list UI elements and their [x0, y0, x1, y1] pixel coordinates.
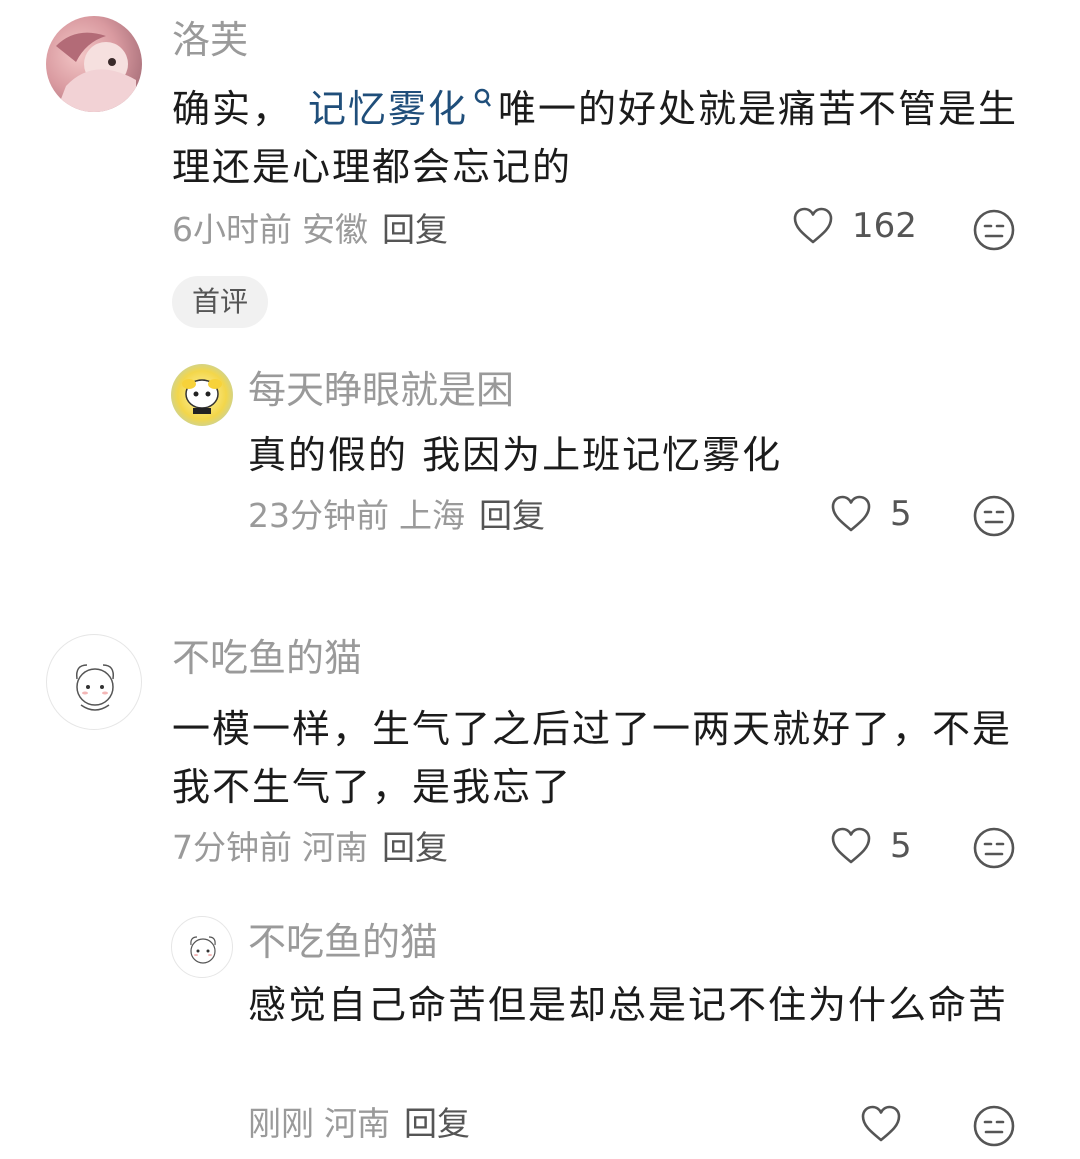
topic-link[interactable]: 记忆雾化: [308, 87, 468, 131]
username[interactable]: 不吃鱼的猫: [172, 634, 362, 682]
heart-outline-icon: [861, 1105, 901, 1142]
meh-face-icon: [973, 827, 1015, 869]
like-button[interactable]: 162: [792, 206, 917, 246]
avatar[interactable]: [46, 634, 142, 730]
comment-text: 真的假的 我因为上班记忆雾化: [248, 433, 783, 477]
username[interactable]: 不吃鱼的猫: [248, 918, 438, 966]
reply-button[interactable]: 回复: [382, 210, 448, 249]
avatar[interactable]: [171, 364, 233, 426]
reaction-button[interactable]: [972, 494, 1016, 542]
username[interactable]: 洛芙: [172, 16, 248, 64]
first-comment-badge: 首评: [172, 276, 269, 328]
comment-text-prefix: 确实，: [172, 87, 293, 131]
comment-text: 感觉自己命苦但是却总是记不住为什么命苦: [248, 983, 1009, 1027]
timestamp: 7分钟前: [172, 828, 292, 867]
avatar-illustration: [190, 936, 216, 964]
comment-meta: 7分钟前 河南 回复: [172, 826, 448, 870]
comment-text-suffix: 唯一的好处就是痛苦不管是生理还是心理都会忘记的: [172, 87, 1019, 189]
location: 安徽: [302, 210, 368, 249]
reply-button[interactable]: 回复: [382, 828, 448, 867]
timestamp: 23分钟前: [248, 496, 389, 535]
comment-meta: 6小时前 安徽 回复: [172, 208, 448, 252]
meh-face-icon: [973, 495, 1015, 537]
avatar-illustration: [182, 379, 222, 414]
timestamp: 6小时前: [172, 210, 292, 249]
like-button[interactable]: 5: [830, 826, 912, 866]
like-count: 5: [890, 494, 912, 534]
comment-meta: 刚刚 河南 回复: [248, 1102, 470, 1146]
like-button[interactable]: 5: [830, 494, 912, 534]
reaction-button[interactable]: [972, 208, 1016, 256]
reaction-button[interactable]: [972, 1104, 1016, 1152]
comment-text: 确实， 记忆雾化 唯一的好处就是痛苦不管是生理还是心理都会忘记的: [172, 80, 1032, 196]
timestamp: 刚刚: [248, 1104, 314, 1143]
comment-text: 一模一样，生气了之后过了一两天就好了，不是我不生气了，是我忘了: [172, 707, 1013, 809]
avatar-illustration: [56, 32, 136, 112]
heart-outline-icon: [793, 207, 833, 244]
search-icon[interactable]: [472, 84, 494, 118]
meh-face-icon: [973, 1105, 1015, 1147]
avatar[interactable]: [171, 916, 233, 978]
meh-face-icon: [973, 209, 1015, 251]
location: 河南: [302, 828, 368, 867]
avatar-illustration: [75, 664, 115, 711]
avatar[interactable]: [46, 16, 142, 112]
heart-outline-icon: [831, 495, 871, 532]
heart-outline-icon: [831, 827, 871, 864]
reaction-button[interactable]: [972, 826, 1016, 874]
username[interactable]: 每天睁眼就是困: [248, 366, 514, 414]
location: 上海: [399, 496, 465, 535]
comment-meta: 23分钟前 上海 回复: [248, 494, 545, 538]
reply-button[interactable]: 回复: [479, 496, 545, 535]
like-button[interactable]: [860, 1104, 920, 1144]
like-count: 162: [852, 206, 917, 246]
reply-button[interactable]: 回复: [404, 1104, 470, 1143]
like-count: 5: [890, 826, 912, 866]
location: 河南: [324, 1104, 390, 1143]
